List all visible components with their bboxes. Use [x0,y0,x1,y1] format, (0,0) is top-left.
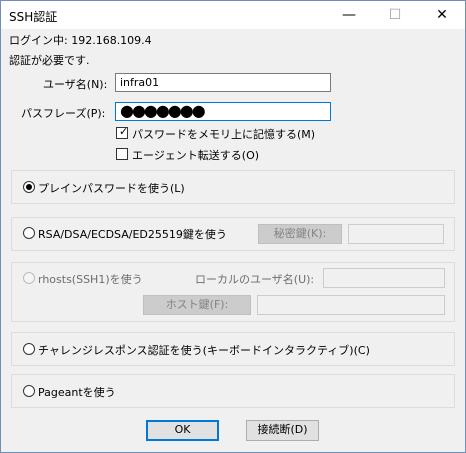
plain-password-label[interactable]: プレインパスワードを使う(L) [38,180,185,196]
challenge-label[interactable]: チャレンジレスポンス認証を使う(キーボードインタラクティブ)(C) [38,342,370,358]
host-key-field [257,295,445,315]
remember-password-checkbox[interactable]: ✓ [116,125,129,139]
login-status: ログイン中: 192.168.109.4 [9,34,152,47]
radio-selected-icon [26,184,32,190]
passphrase-value: ●●●●●●● [120,101,206,120]
ssh-auth-dialog: SSH認証 — ☐ ✕ ログイン中: 192.168.109.4 認証が必要です… [0,0,466,453]
username-field[interactable]: infra01 [115,73,331,92]
window-title: SSH認証 [9,10,58,24]
pageant-group: Pageantを使う [11,374,455,408]
rsa-key-label[interactable]: RSA/DSA/ECDSA/ED25519鍵を使う [38,226,227,242]
rsa-key-radio[interactable] [23,227,35,239]
ok-button[interactable]: OK [146,420,219,441]
local-user-label: ローカルのユーザ名(U): [195,273,315,286]
private-key-field [348,224,444,244]
minimize-icon[interactable]: — [326,1,372,29]
plain-password-radio[interactable] [23,181,35,193]
passphrase-label: パスフレーズ(P): [21,107,106,120]
username-label: ユーザ名(N): [43,78,108,91]
pageant-label[interactable]: Pageantを使う [38,384,116,400]
host-key-button: ホスト鍵(F): [143,295,251,315]
agent-forward-checkbox[interactable] [116,148,128,160]
checkmark-icon: ✓ [119,125,129,138]
rhosts-radio [23,272,35,284]
private-key-button: 秘密鍵(K): [258,224,342,244]
disconnect-button[interactable]: 接続断(D) [246,420,319,441]
local-user-field [323,268,445,288]
plain-password-group: プレインパスワードを使う(L) [11,170,455,204]
pageant-radio[interactable] [23,385,35,397]
auth-required-text: 認証が必要です. [9,54,90,67]
title-bar[interactable]: SSH認証 — ☐ ✕ [1,1,465,29]
remember-password-label[interactable]: パスワードをメモリ上に記憶する(M) [132,126,315,142]
close-icon[interactable]: ✕ [419,1,465,29]
username-value: infra01 [120,76,160,89]
rsa-key-group: RSA/DSA/ECDSA/ED25519鍵を使う 秘密鍵(K): [11,217,455,251]
agent-forward-label[interactable]: エージェント転送する(O) [132,147,259,163]
rhosts-label: rhosts(SSH1)を使う [38,273,143,286]
rhosts-group: rhosts(SSH1)を使う ローカルのユーザ名(U): ホスト鍵(F): [11,262,455,322]
challenge-radio[interactable] [23,343,35,355]
maximize-icon: ☐ [388,7,402,23]
passphrase-field[interactable]: ●●●●●●● [115,102,331,121]
challenge-group: チャレンジレスポンス認証を使う(キーボードインタラクティブ)(C) [11,332,455,366]
